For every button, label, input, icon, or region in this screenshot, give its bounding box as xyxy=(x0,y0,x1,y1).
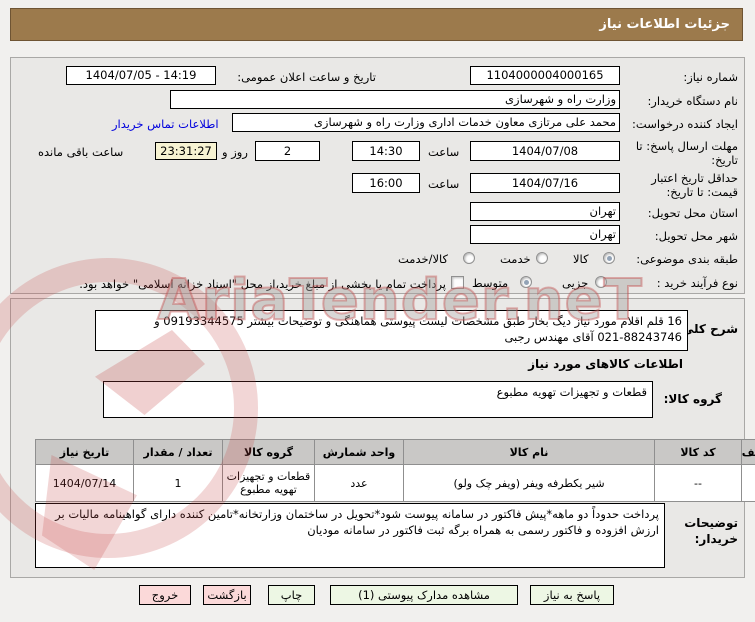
radio-service[interactable] xyxy=(536,252,548,264)
price-validity-label: حداقل تاریخ اعتبار قیمت: تا تاریخ: xyxy=(630,171,738,199)
view-attachments-button[interactable]: مشاهده مدارک پیوستی (1) xyxy=(330,585,518,605)
description-field[interactable]: 16 قلم اقلام مورد نیاز دیگ بخار طبق مشخص… xyxy=(95,310,688,351)
need-number-field[interactable]: 1104000004000165 xyxy=(470,66,620,85)
days-remaining-field[interactable]: 2 xyxy=(255,141,320,161)
goods-table-col-header: تعداد / مقدار xyxy=(134,440,223,465)
goods-group-field[interactable]: قطعات و تجهیزات تهویه مطبوع xyxy=(103,381,653,418)
buyer-org-label: نام دستگاه خریدار: xyxy=(647,94,738,108)
city-label: شهر محل تحویل: xyxy=(655,229,738,243)
goods-table-col-header: واحد شمارش xyxy=(315,440,404,465)
province-field[interactable]: تهران xyxy=(470,202,620,221)
price-validity-time-field[interactable]: 16:00 xyxy=(352,173,420,193)
goods-group-label: گروه کالا: xyxy=(664,392,722,406)
announce-datetime-label: تاریخ و ساعت اعلان عمومی: xyxy=(237,70,376,84)
price-validity-hour-label: ساعت xyxy=(428,177,459,191)
goods-table-col-header: گروه کالا xyxy=(223,440,315,465)
radio-partial[interactable] xyxy=(595,276,607,288)
radio-goods[interactable] xyxy=(603,252,615,264)
request-creator-label: ایجاد کننده درخواست: xyxy=(632,117,738,131)
exit-button[interactable]: خروج xyxy=(139,585,191,605)
price-validity-date-field[interactable]: 1404/07/16 xyxy=(470,173,620,193)
remaining-label: ساعت باقی مانده xyxy=(38,145,123,159)
table-cell: شیر یکطرفه ویفر (ویفر چک ولو) xyxy=(404,465,655,502)
response-deadline-label: مهلت ارسال پاسخ: تا تاریخ: xyxy=(630,139,738,167)
city-field[interactable]: تهران xyxy=(470,225,620,244)
radio-medium[interactable] xyxy=(520,276,532,288)
treasury-checkbox[interactable] xyxy=(451,276,464,289)
table-row[interactable]: 1--شیر یکطرفه ویفر (ویفر چک ولو)عددقطعات… xyxy=(36,465,755,502)
radio-partial-label: جزیی xyxy=(562,276,588,290)
goods-table-col-header: ردیف xyxy=(742,440,755,465)
response-deadline-time-field[interactable]: 14:30 xyxy=(352,141,420,161)
radio-goods-label: کالا xyxy=(573,252,589,266)
request-creator-field[interactable]: محمد علی مرتازی معاون خدمات اداری وزارت … xyxy=(232,113,620,132)
radio-service-label: خدمت xyxy=(500,252,531,266)
goods-table-col-header: نام کالا xyxy=(404,440,655,465)
buyer-contact-link[interactable]: اطلاعات تماس خریدار xyxy=(112,117,219,131)
announce-datetime-field[interactable]: 1404/07/05 - 14:19 xyxy=(66,66,216,85)
table-cell: عدد xyxy=(315,465,404,502)
goods-table-body: 1--شیر یکطرفه ویفر (ویفر چک ولو)عددقطعات… xyxy=(36,465,755,502)
goods-table[interactable]: ردیفکد کالانام کالاواحد شمارشگروه کالاتع… xyxy=(35,439,755,502)
radio-medium-label: متوسط xyxy=(472,276,508,290)
title-bar: جزئیات اطلاعات نیاز xyxy=(10,8,743,41)
response-deadline-hour-label: ساعت xyxy=(428,145,459,159)
table-cell: 1 xyxy=(742,465,755,502)
table-cell: -- xyxy=(655,465,742,502)
buyer-notes-field[interactable]: پرداخت حدوداً دو ماهه*پیش فاکتور در ساما… xyxy=(35,503,665,568)
buyer-notes-label: توضیحات خریدار: xyxy=(676,515,738,547)
radio-goods-service-label: کالا/خدمت xyxy=(398,252,448,266)
days-label: روز و xyxy=(222,145,248,159)
goods-table-col-header: تاریخ نیاز xyxy=(36,440,134,465)
back-button[interactable]: بازگشت xyxy=(203,585,251,605)
radio-goods-service[interactable] xyxy=(463,252,475,264)
province-label: استان محل تحویل: xyxy=(648,206,738,220)
countdown-timer: 23:31:27 xyxy=(155,142,217,160)
process-type-label: نوع فرآیند خرید : xyxy=(657,276,738,290)
need-number-label: شماره نیاز: xyxy=(683,70,738,84)
buyer-org-field[interactable]: وزارت راه و شهرسازی xyxy=(170,90,620,109)
table-cell: قطعات و تجهیزات تهویه مطبوع xyxy=(223,465,315,502)
goods-table-header: ردیفکد کالانام کالاواحد شمارشگروه کالاتع… xyxy=(36,440,755,465)
classification-label: طبقه بندی موضوعی: xyxy=(636,252,738,266)
respond-button[interactable]: پاسخ به نیاز xyxy=(530,585,614,605)
goods-section-header: اطلاعات کالاهای مورد نیاز xyxy=(528,357,683,371)
print-button[interactable]: چاپ xyxy=(268,585,315,605)
table-cell: 1404/07/14 xyxy=(36,465,134,502)
table-cell: 1 xyxy=(134,465,223,502)
page-title: جزئیات اطلاعات نیاز xyxy=(599,17,730,32)
goods-table-col-header: کد کالا xyxy=(655,440,742,465)
need-details-page: جزئیات اطلاعات نیاز شماره نیاز: 11040000… xyxy=(0,0,755,622)
response-deadline-date-field[interactable]: 1404/07/08 xyxy=(470,141,620,161)
treasury-checkbox-label: پرداخت تمام یا بخشی از مبلغ خرید،از محل … xyxy=(128,277,446,291)
